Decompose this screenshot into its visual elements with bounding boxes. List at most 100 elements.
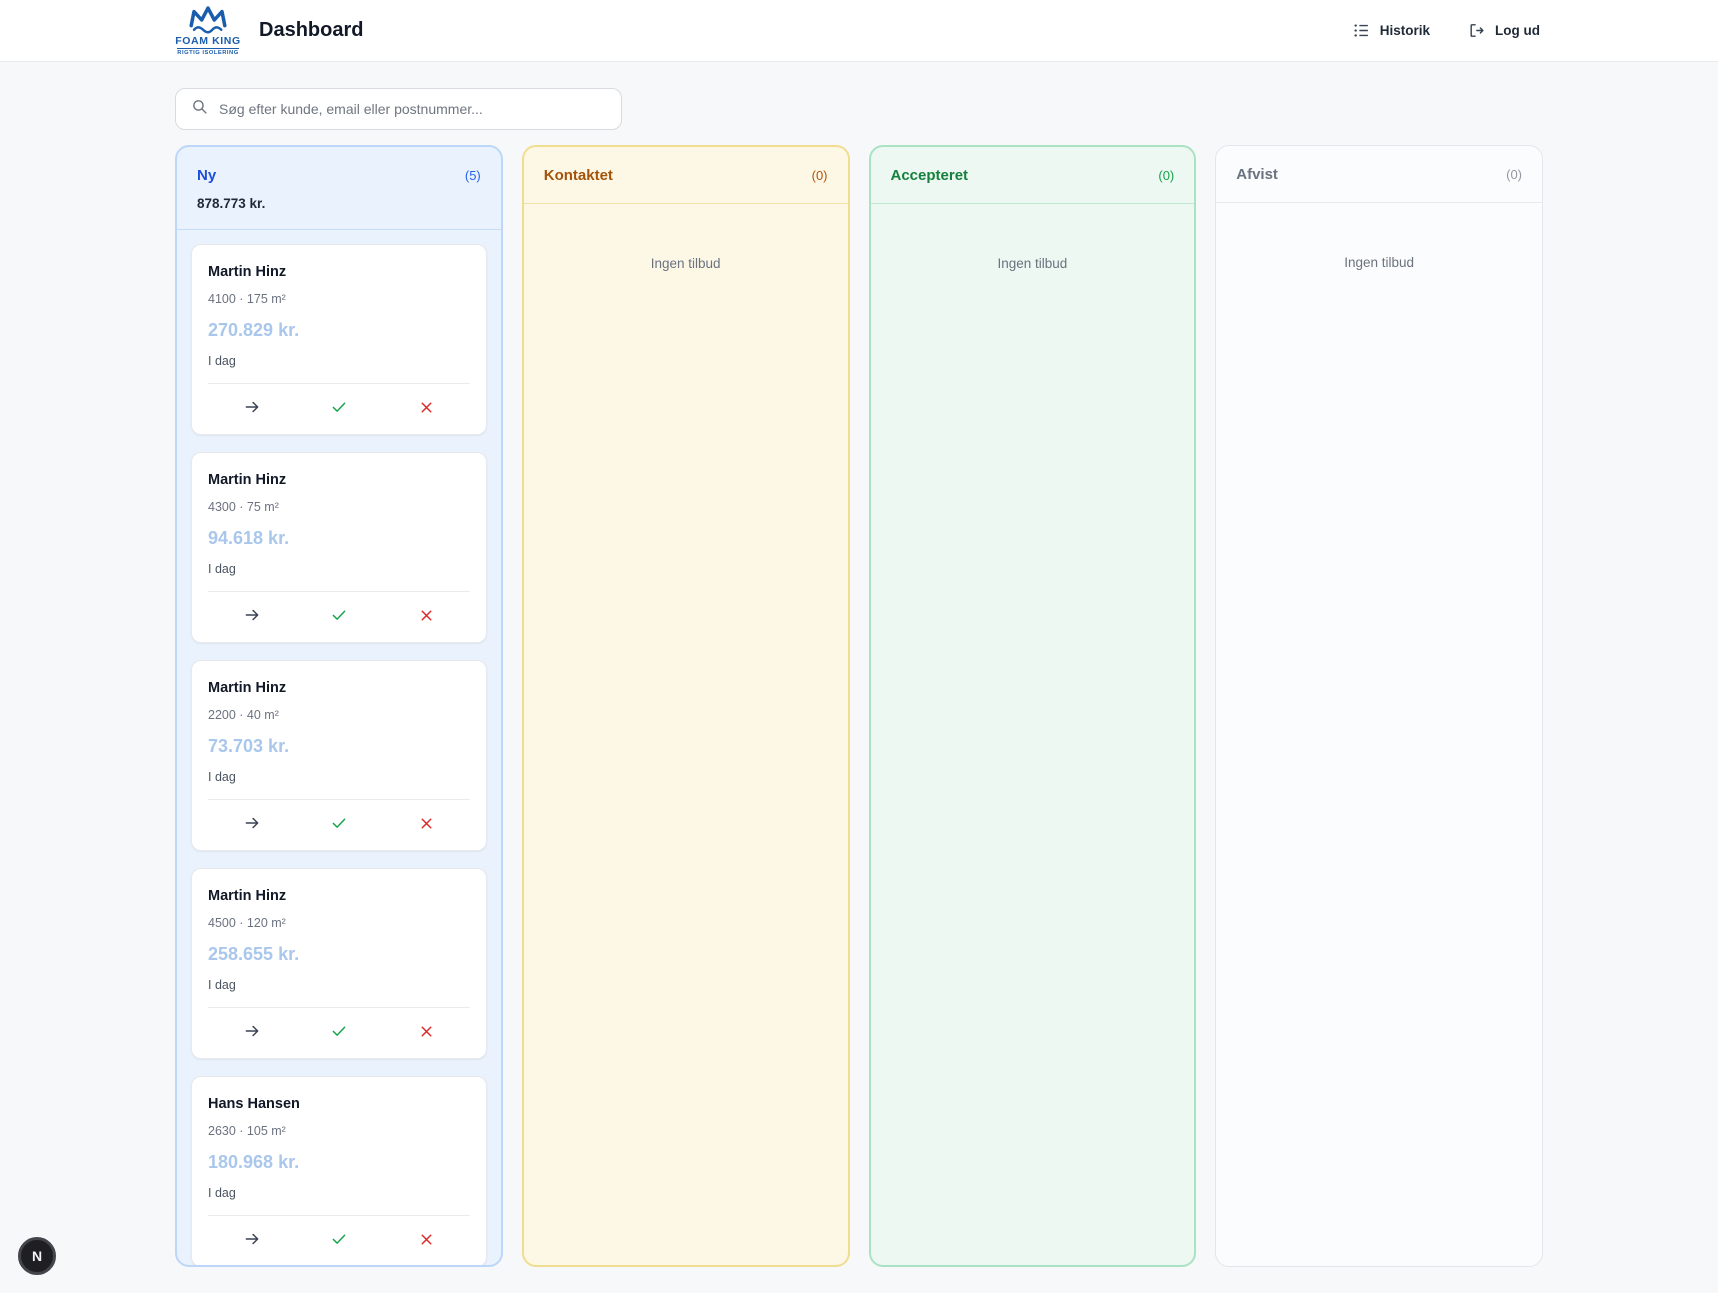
offer-price: 180.968 kr.	[208, 1151, 470, 1173]
open-offer-button[interactable]	[208, 395, 295, 419]
accept-offer-button[interactable]	[295, 811, 382, 835]
arrow-right-icon	[243, 814, 261, 832]
x-icon	[418, 607, 435, 624]
arrow-right-icon	[243, 398, 261, 416]
offer-card[interactable]: Martin Hinz 4300 · 75 m² 94.618 kr. I da…	[191, 452, 487, 643]
column-accepteret-count: (0)	[1158, 164, 1174, 188]
offer-details: 4500 · 120 m²	[208, 915, 470, 931]
open-offer-button[interactable]	[208, 811, 295, 835]
accept-offer-button[interactable]	[295, 603, 382, 627]
x-icon	[418, 1231, 435, 1248]
empty-state-text: Ingen tilbud	[885, 218, 1181, 271]
offer-price: 270.829 kr.	[208, 319, 470, 341]
card-actions	[208, 799, 470, 844]
card-actions	[208, 1007, 470, 1052]
floating-widget-button[interactable]: N	[18, 1237, 56, 1275]
accept-offer-button[interactable]	[295, 1019, 382, 1043]
column-afvist: Afvist (0) Ingen tilbud	[1215, 145, 1543, 1267]
column-ny-header: Ny (5) 878.773 kr.	[177, 147, 501, 230]
reject-offer-button[interactable]	[383, 395, 470, 419]
column-accepteret-header: Accepteret (0)	[871, 147, 1195, 204]
offer-details: 2630 · 105 m²	[208, 1123, 470, 1139]
reject-offer-button[interactable]	[383, 811, 470, 835]
header-actions: Historik Log ud	[1353, 22, 1540, 39]
logout-button[interactable]: Log ud	[1468, 22, 1540, 39]
logout-icon	[1468, 22, 1485, 39]
accept-offer-button[interactable]	[295, 1227, 382, 1251]
check-icon	[330, 1230, 348, 1248]
arrow-right-icon	[243, 1230, 261, 1248]
app-header: FOAM KING RIGTIG ISOLERING Dashboard His…	[0, 0, 1718, 62]
offer-price: 73.703 kr.	[208, 735, 470, 757]
column-ny-title: Ny	[197, 164, 216, 188]
arrow-right-icon	[243, 606, 261, 624]
reject-offer-button[interactable]	[383, 1227, 470, 1251]
reject-offer-button[interactable]	[383, 603, 470, 627]
open-offer-button[interactable]	[208, 1019, 295, 1043]
column-afvist-count: (0)	[1506, 163, 1522, 187]
x-icon	[418, 1023, 435, 1040]
column-ny-count: (5)	[465, 164, 481, 188]
check-icon	[330, 814, 348, 832]
empty-state-text: Ingen tilbud	[1230, 217, 1528, 270]
list-icon	[1353, 22, 1370, 39]
customer-name: Hans Hansen	[208, 1094, 470, 1114]
logo-tagline: RIGTIG ISOLERING	[177, 48, 238, 56]
column-accepteret-title: Accepteret	[891, 164, 969, 188]
history-label: Historik	[1380, 23, 1430, 38]
offer-card[interactable]: Martin Hinz 2200 · 40 m² 73.703 kr. I da…	[191, 660, 487, 851]
offer-date: I dag	[208, 1185, 470, 1201]
offer-card[interactable]: Hans Hansen 2630 · 105 m² 180.968 kr. I …	[191, 1076, 487, 1265]
history-button[interactable]: Historik	[1353, 22, 1430, 39]
open-offer-button[interactable]	[208, 1227, 295, 1251]
check-icon	[330, 606, 348, 624]
customer-name: Martin Hinz	[208, 886, 470, 906]
offer-details: 4100 · 175 m²	[208, 291, 470, 307]
check-icon	[330, 398, 348, 416]
empty-state-text: Ingen tilbud	[538, 218, 834, 271]
x-icon	[418, 399, 435, 416]
column-ny-total: 878.773 kr.	[197, 194, 481, 214]
customer-name: Martin Hinz	[208, 470, 470, 490]
open-offer-button[interactable]	[208, 603, 295, 627]
offer-card[interactable]: Martin Hinz 4500 · 120 m² 258.655 kr. I …	[191, 868, 487, 1059]
reject-offer-button[interactable]	[383, 1019, 470, 1043]
column-kontaktet-header: Kontaktet (0)	[524, 147, 848, 204]
search-input[interactable]	[219, 101, 606, 117]
card-actions	[208, 383, 470, 428]
column-accepteret-body: Ingen tilbud	[871, 204, 1195, 1265]
arrow-right-icon	[243, 1022, 261, 1040]
column-afvist-body: Ingen tilbud	[1216, 203, 1542, 1266]
crown-logo-icon	[185, 6, 231, 34]
kanban-board: Ny (5) 878.773 kr. Martin Hinz 4100 · 17…	[175, 145, 1543, 1267]
card-actions	[208, 1215, 470, 1260]
main-content: Ny (5) 878.773 kr. Martin Hinz 4100 · 17…	[0, 62, 1718, 1267]
offer-price: 258.655 kr.	[208, 943, 470, 965]
column-kontaktet-title: Kontaktet	[544, 164, 613, 188]
accept-offer-button[interactable]	[295, 395, 382, 419]
search-icon	[191, 98, 208, 120]
column-kontaktet: Kontaktet (0) Ingen tilbud	[522, 145, 850, 1267]
floating-widget-label: N	[32, 1248, 42, 1264]
logo-name: FOAM KING	[175, 35, 240, 47]
x-icon	[418, 815, 435, 832]
search-box	[175, 88, 622, 130]
customer-name: Martin Hinz	[208, 262, 470, 282]
column-ny: Ny (5) 878.773 kr. Martin Hinz 4100 · 17…	[175, 145, 503, 1267]
offer-date: I dag	[208, 353, 470, 369]
customer-name: Martin Hinz	[208, 678, 470, 698]
offer-date: I dag	[208, 769, 470, 785]
column-kontaktet-count: (0)	[812, 164, 828, 188]
column-afvist-header: Afvist (0)	[1216, 146, 1542, 203]
card-actions	[208, 591, 470, 636]
offer-date: I dag	[208, 561, 470, 577]
logout-label: Log ud	[1495, 23, 1540, 38]
check-icon	[330, 1022, 348, 1040]
offer-price: 94.618 kr.	[208, 527, 470, 549]
offer-details: 2200 · 40 m²	[208, 707, 470, 723]
offer-card[interactable]: Martin Hinz 4100 · 175 m² 270.829 kr. I …	[191, 244, 487, 435]
foam-king-logo[interactable]: FOAM KING RIGTIG ISOLERING	[175, 6, 241, 56]
offer-date: I dag	[208, 977, 470, 993]
page-title: Dashboard	[259, 19, 363, 42]
column-kontaktet-body: Ingen tilbud	[524, 204, 848, 1265]
